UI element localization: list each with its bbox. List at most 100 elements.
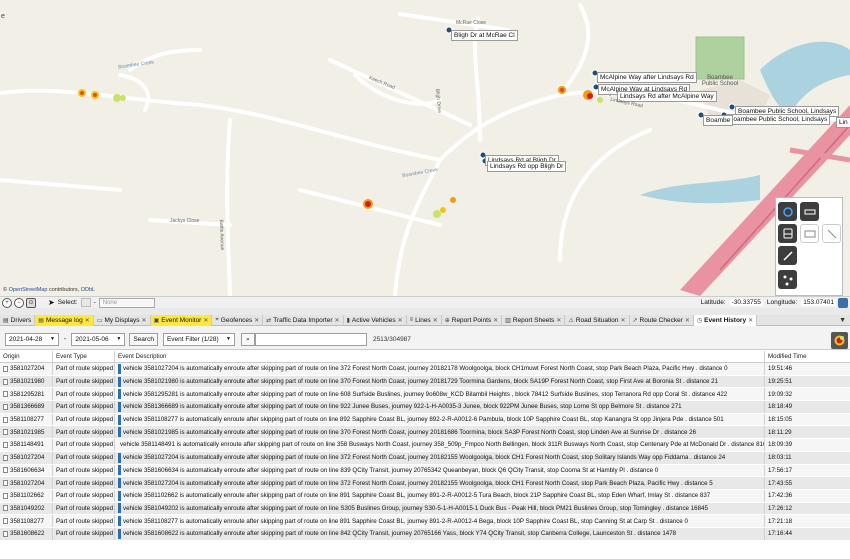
- tab-report-points[interactable]: ⊕ Report Points ✕: [442, 314, 503, 326]
- close-icon[interactable]: ✕: [398, 317, 403, 324]
- select-dropdown[interactable]: None: [98, 297, 155, 308]
- table-row[interactable]: 3581606634 Part of route skipped vehicle 3…: [0, 464, 850, 478]
- draw-line-icon[interactable]: [778, 246, 797, 265]
- stop-label[interactable]: Lindsays Rd opp Bligh Dr: [487, 161, 567, 172]
- document-icon: [3, 378, 8, 385]
- search-icon[interactable]: ⌕: [240, 333, 255, 346]
- tab-road-situation[interactable]: ⚠ Road Situation ✕: [565, 314, 630, 326]
- event-type-cell: Part of route skipped: [53, 489, 115, 502]
- severity-marker: [118, 389, 121, 400]
- map-view[interactable]: Bligh Dr at McRae Cl McAlpine Way after …: [0, 0, 850, 296]
- event-description-cell: vehicle 3581108277 is automatically enro…: [115, 515, 765, 527]
- stop-label[interactable]: Lin: [836, 117, 850, 128]
- column-header[interactable]: Origin: [0, 351, 53, 362]
- stop-label[interactable]: Bligh Dr at McRae Cl: [451, 30, 518, 41]
- table-row[interactable]: 3581608622 Part of route skipped vehicle 3…: [0, 527, 850, 541]
- map-canvas[interactable]: [0, 0, 850, 296]
- event-description-cell: vehicle 3581102662 is automatically enro…: [115, 489, 765, 502]
- points-icon[interactable]: [778, 270, 797, 289]
- document-icon: [3, 403, 8, 410]
- table-row[interactable]: 3581027204 Part of route skipped vehicle 3…: [0, 451, 850, 465]
- select-separator: -: [93, 299, 96, 306]
- close-icon[interactable]: ✕: [254, 317, 259, 324]
- bus-icon[interactable]: [778, 224, 797, 243]
- road-label: McRae Close: [456, 20, 487, 26]
- date-from-field[interactable]: 2021-04-28 ▼: [5, 333, 59, 346]
- table-row[interactable]: 3581102662 Part of route skipped vehicle 3…: [0, 489, 850, 503]
- event-description-cell: vehicle 3581108277 is automatically enro…: [115, 413, 765, 426]
- column-header[interactable]: Event Type: [53, 351, 115, 362]
- map-attribution: © OpenStreetMap contributors, ODbL: [3, 287, 96, 293]
- search-input[interactable]: [254, 333, 367, 346]
- heatmap-toggle-icon[interactable]: [831, 332, 848, 349]
- measure-icon[interactable]: [822, 224, 841, 243]
- stop-label[interactable]: Boambee Public School, Lindsays: [726, 114, 831, 125]
- ruler-icon[interactable]: [800, 202, 819, 221]
- osm-link[interactable]: OpenStreetMap: [9, 287, 48, 293]
- odbl-link[interactable]: ODbL: [81, 287, 95, 293]
- tab-active-vehicles[interactable]: ▮ Active Vehicles ✕: [344, 314, 407, 326]
- date-to-field[interactable]: 2021-05-06 ▼: [71, 333, 126, 346]
- close-icon[interactable]: ✕: [85, 317, 90, 324]
- select-swatch[interactable]: [80, 298, 91, 307]
- zoom-box-icon[interactable]: [800, 224, 819, 243]
- close-icon[interactable]: ✕: [493, 317, 498, 324]
- table-row[interactable]: 3581021985 Part of route skipped vehicle 3…: [0, 426, 850, 440]
- display-icon: ▭: [96, 317, 103, 324]
- event-filter-dropdown[interactable]: Event Filter (1/28) ▼: [162, 333, 235, 346]
- tab-route-checker[interactable]: ↗ Route Checker ✕: [630, 314, 694, 326]
- close-icon[interactable]: ✕: [556, 317, 561, 324]
- close-icon[interactable]: ✕: [203, 317, 208, 324]
- severity-marker: [118, 401, 121, 412]
- event-description-cell: vehicle 3581608622 is automatically enro…: [115, 527, 765, 540]
- table-row[interactable]: 3581108277 Part of route skipped vehicle 3…: [0, 515, 850, 528]
- map-toolbar: + − ⊙ ➤ Select: - None Latitude: -30.337…: [0, 296, 850, 308]
- list-icon: ▤: [38, 317, 44, 324]
- layers-icon[interactable]: [838, 297, 848, 308]
- table-row[interactable]: 3581027204 Part of route skipped vehicle 3…: [0, 363, 850, 376]
- event-description-cell: vehicle 3581027204 is automatically enro…: [115, 363, 765, 375]
- event-type-cell: Part of route skipped: [53, 388, 115, 401]
- tab-traffic-data-importer[interactable]: ⇄ Traffic Data Importer ✕: [263, 314, 344, 326]
- table-row[interactable]: 3581027204 Part of route skipped vehicle 3…: [0, 477, 850, 490]
- close-icon[interactable]: ✕: [142, 317, 147, 324]
- event-description-cell: vehicle 3581148491 is automatically enro…: [115, 439, 765, 451]
- tab-geofences[interactable]: ⌖ Geofences ✕: [212, 314, 264, 326]
- table-row[interactable]: 3581295281 Part of route skipped vehicle 3…: [0, 388, 850, 402]
- zoom-out-icon[interactable]: −: [14, 297, 24, 308]
- table-row[interactable]: 3581108277 Part of route skipped vehicle 3…: [0, 413, 850, 427]
- table-row[interactable]: 3581366689 Part of route skipped vehicle 3…: [0, 401, 850, 414]
- tab-overflow-icon[interactable]: ▼: [839, 317, 846, 324]
- modified-time-cell: 18:09:39: [768, 441, 793, 449]
- tab-message-log[interactable]: ▤ Message log ✕: [35, 314, 94, 326]
- table-row[interactable]: 3581021980 Part of route skipped vehicle 3…: [0, 375, 850, 389]
- zoom-extent-icon[interactable]: ⊙: [26, 297, 36, 308]
- column-header[interactable]: Modified Time: [765, 351, 850, 362]
- close-icon[interactable]: ✕: [748, 317, 753, 324]
- close-icon[interactable]: ✕: [620, 317, 625, 324]
- column-header[interactable]: Event Description: [115, 351, 765, 362]
- close-icon[interactable]: ✕: [685, 317, 690, 324]
- circle-select-icon[interactable]: [778, 202, 797, 221]
- search-button[interactable]: Search: [129, 333, 158, 346]
- lines-icon: ≡: [409, 317, 414, 323]
- table-row[interactable]: 3581148491 Part of route skipped vehicle 3…: [0, 439, 850, 452]
- close-icon[interactable]: ✕: [433, 317, 438, 324]
- stop-label[interactable]: McAlpine Way after Lindsays Rd: [597, 72, 697, 83]
- cursor-icon[interactable]: ➤: [48, 298, 55, 307]
- tab-event-history[interactable]: ◷ Event History ✕: [693, 314, 758, 326]
- close-icon[interactable]: ✕: [335, 317, 340, 324]
- tab-lines[interactable]: ≡ Lines ✕: [407, 314, 442, 326]
- table-row[interactable]: 3581049202 Part of route skipped vehicle 3…: [0, 502, 850, 516]
- stop-label[interactable]: Boambe: [703, 115, 734, 126]
- severity-marker: [118, 376, 121, 387]
- tab-event-monitor[interactable]: ▣ Event Monitor ✕: [150, 314, 213, 326]
- origin-cell: 3581148491: [0, 439, 53, 451]
- event-type-cell: Part of route skipped: [53, 375, 115, 388]
- dropdown-arrow-icon: ▼: [50, 336, 55, 342]
- modified-time-cell: 17:26:12: [768, 504, 793, 512]
- zoom-in-icon[interactable]: +: [2, 297, 12, 308]
- tab-drivers[interactable]: ▤ Drivers: [0, 314, 36, 326]
- tab-my-displays[interactable]: ▭ My Displays ✕: [94, 314, 151, 326]
- tab-report-sheets[interactable]: ▥ Report Sheets ✕: [502, 314, 566, 326]
